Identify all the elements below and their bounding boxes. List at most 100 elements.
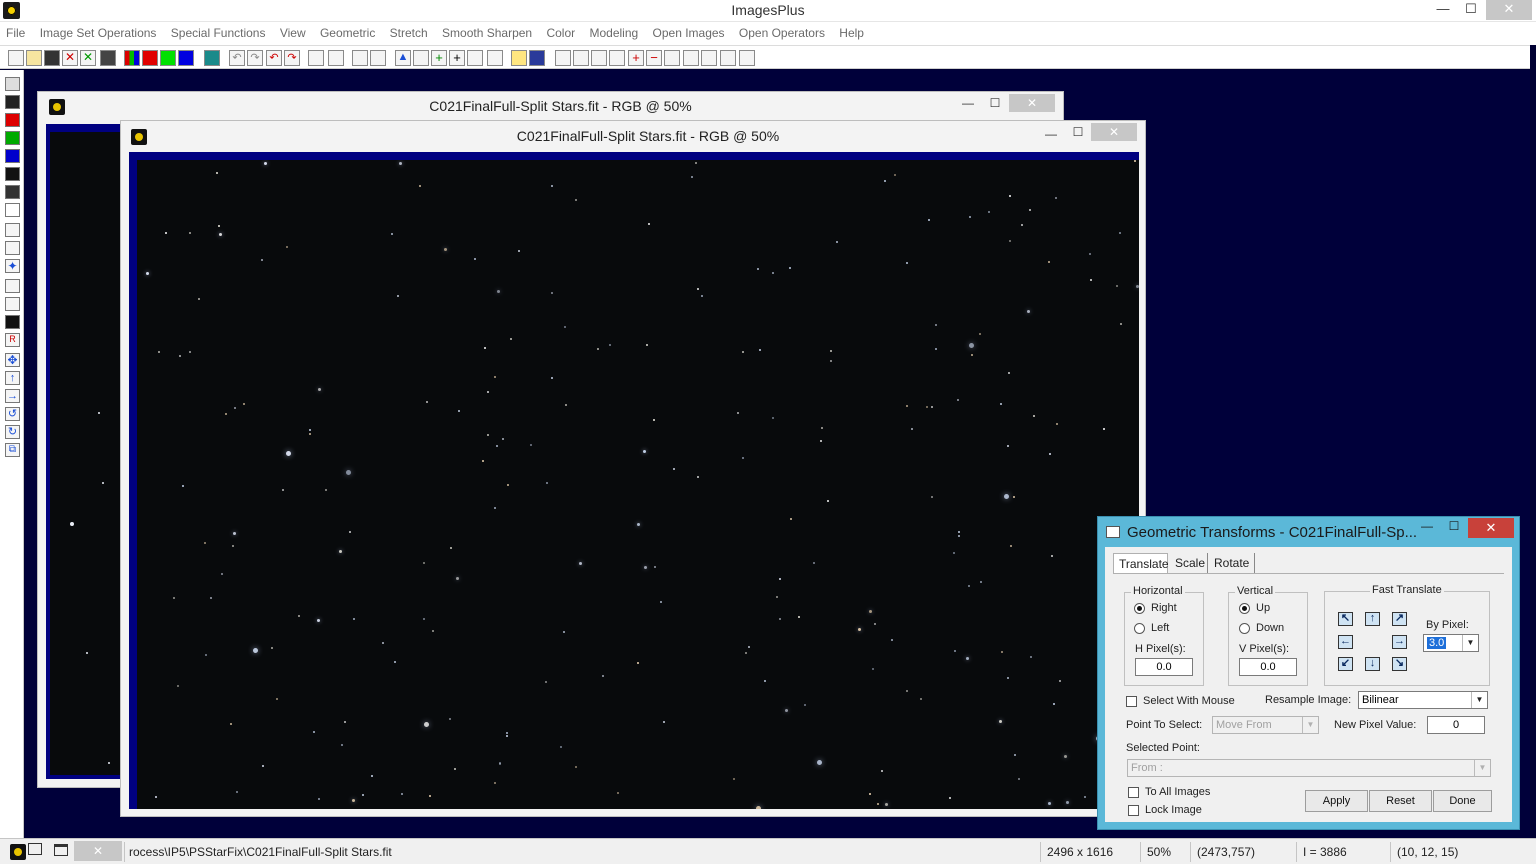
table-icon[interactable] — [467, 50, 483, 66]
grid-icon[interactable] — [204, 50, 220, 66]
h-pixels-input[interactable]: 0.0 — [1135, 658, 1193, 676]
red-tool-icon[interactable] — [5, 113, 20, 127]
new-pixel-value-input[interactable]: 0 — [1427, 716, 1485, 734]
close-minimized-icon[interactable]: ✕ — [74, 841, 122, 861]
undo-icon[interactable]: ↶ — [266, 50, 282, 66]
rgb-icon[interactable] — [124, 50, 140, 66]
arrow-up-left-button[interactable]: ↖ — [1338, 612, 1353, 626]
tab-scale[interactable]: Scale — [1170, 553, 1208, 573]
vertical-up-radio[interactable] — [1239, 603, 1250, 614]
circle-select-icon[interactable] — [308, 50, 324, 66]
star-field-image-back[interactable] — [50, 132, 124, 775]
levels-tool-icon[interactable] — [5, 297, 20, 311]
ellipse-select-icon[interactable] — [328, 50, 344, 66]
zoom-out-icon[interactable] — [573, 50, 589, 66]
arrow-down-button[interactable]: ↓ — [1365, 657, 1380, 671]
image-window-front[interactable]: C021FinalFull-Split Stars.fit - RGB @ 50… — [120, 120, 1146, 817]
print-icon[interactable] — [100, 50, 116, 66]
zoom-in-icon[interactable] — [555, 50, 571, 66]
pencil-icon[interactable] — [511, 50, 527, 66]
zoom-fit-icon[interactable] — [591, 50, 607, 66]
curve-tool-icon[interactable] — [5, 223, 20, 237]
select-with-mouse-checkbox[interactable] — [1126, 696, 1137, 707]
rect-select-tool-icon[interactable]: R — [5, 333, 20, 347]
save-tool-icon[interactable] — [5, 77, 20, 91]
horizontal-left-radio[interactable] — [1134, 623, 1145, 634]
add-icon[interactable]: + — [431, 50, 447, 66]
rotate-right-tool-icon[interactable]: ↻ — [5, 425, 20, 439]
dialog-close-button[interactable]: ✕ — [1468, 518, 1514, 538]
point-to-select-select[interactable]: Move From ▼ — [1212, 716, 1319, 734]
done-button[interactable]: Done — [1433, 790, 1492, 812]
reset-button[interactable]: Reset — [1369, 790, 1432, 812]
arrow-left-button[interactable]: ← — [1338, 635, 1353, 649]
to-all-images-checkbox[interactable] — [1128, 787, 1139, 798]
menu-open-images[interactable]: Open Images — [647, 22, 730, 40]
green-tool-icon[interactable] — [5, 131, 20, 145]
horizontal-right-radio[interactable] — [1134, 603, 1145, 614]
close-button[interactable]: ✕ — [1486, 0, 1532, 20]
redo-disabled-icon[interactable]: ↷ — [247, 50, 263, 66]
move-tool-icon[interactable]: ✥ — [5, 353, 20, 367]
frame-1-icon[interactable] — [664, 50, 680, 66]
menu-smooth-sharpen[interactable]: Smooth Sharpen — [436, 22, 537, 40]
zoom-actual-icon[interactable] — [609, 50, 625, 66]
selected-point-select[interactable]: From : ▼ — [1127, 759, 1491, 777]
menu-special-functions[interactable]: Special Functions — [165, 22, 271, 40]
frame-2-icon[interactable] — [683, 50, 699, 66]
arrow-up-right-button[interactable]: ↗ — [1392, 612, 1407, 626]
minimized-window-icon[interactable] — [10, 844, 26, 860]
menu-file[interactable]: File — [0, 22, 30, 40]
star-tool-icon[interactable]: ✦ — [5, 259, 20, 273]
histogram-icon[interactable]: ▲ — [395, 50, 411, 66]
frame-5-icon[interactable] — [739, 50, 755, 66]
star-field-image[interactable] — [137, 160, 1139, 809]
frame-3-icon[interactable] — [701, 50, 717, 66]
menu-image-set-operations[interactable]: Image Set Operations — [34, 22, 162, 40]
mask-tool-icon[interactable] — [5, 185, 20, 199]
black-tool-icon[interactable] — [5, 95, 20, 109]
crosshair-icon[interactable]: + — [449, 50, 465, 66]
gradient-tool-icon[interactable] — [5, 241, 20, 255]
tab-rotate[interactable]: Rotate — [1209, 553, 1255, 573]
right-arrow-tool-icon[interactable]: → — [5, 389, 20, 403]
arrow-down-right-button[interactable]: ↘ — [1392, 657, 1407, 671]
zoom-plus-icon[interactable]: + — [628, 50, 644, 66]
redo-icon[interactable]: ↷ — [284, 50, 300, 66]
menu-help[interactable]: Help — [833, 22, 869, 40]
resample-image-select[interactable]: Bilinear ▼ — [1358, 691, 1488, 709]
up-arrow-tool-icon[interactable]: ↑ — [5, 371, 20, 385]
save-icon[interactable] — [44, 50, 60, 66]
undo-disabled-icon[interactable]: ↶ — [229, 50, 245, 66]
rotate-left-tool-icon[interactable]: ↺ — [5, 407, 20, 421]
maximize-icon[interactable] — [54, 844, 68, 856]
front-close-button[interactable]: ✕ — [1091, 123, 1137, 141]
restore-icon[interactable] — [28, 843, 42, 855]
front-minimize-button[interactable]: — — [1037, 125, 1065, 143]
copy-tool-icon[interactable]: ⧉ — [5, 443, 20, 457]
curve-icon[interactable] — [413, 50, 429, 66]
apply-button[interactable]: Apply — [1305, 790, 1368, 812]
menu-open-operators[interactable]: Open Operators — [733, 22, 830, 40]
dotted-line-icon[interactable] — [352, 50, 368, 66]
arrow-right-button[interactable]: → — [1392, 635, 1407, 649]
menu-view[interactable]: View — [274, 22, 311, 40]
menu-modeling[interactable]: Modeling — [583, 22, 643, 40]
arrow-up-button[interactable]: ↑ — [1365, 612, 1380, 626]
menu-stretch[interactable]: Stretch — [384, 22, 433, 40]
chevron-down-icon[interactable]: ▼ — [1471, 692, 1487, 708]
black-bar-tool-icon[interactable] — [5, 315, 20, 329]
close-all-icon[interactable]: ✕ — [80, 50, 96, 66]
back-close-button[interactable]: ✕ — [1009, 94, 1055, 112]
minimize-button[interactable]: — — [1428, 0, 1458, 20]
close-image-icon[interactable]: ✕ — [62, 50, 78, 66]
chevron-down-icon[interactable]: ▼ — [1302, 717, 1318, 733]
image-edit-icon[interactable] — [487, 50, 503, 66]
back-maximize-button[interactable]: ☐ — [981, 94, 1009, 112]
maximize-button[interactable]: ☐ — [1456, 0, 1486, 20]
new-file-icon[interactable] — [8, 50, 24, 66]
square-tool-icon[interactable] — [5, 279, 20, 293]
blue-tool-icon[interactable] — [5, 149, 20, 163]
v-pixels-input[interactable]: 0.0 — [1239, 658, 1297, 676]
chevron-down-icon[interactable]: ▼ — [1474, 760, 1490, 776]
